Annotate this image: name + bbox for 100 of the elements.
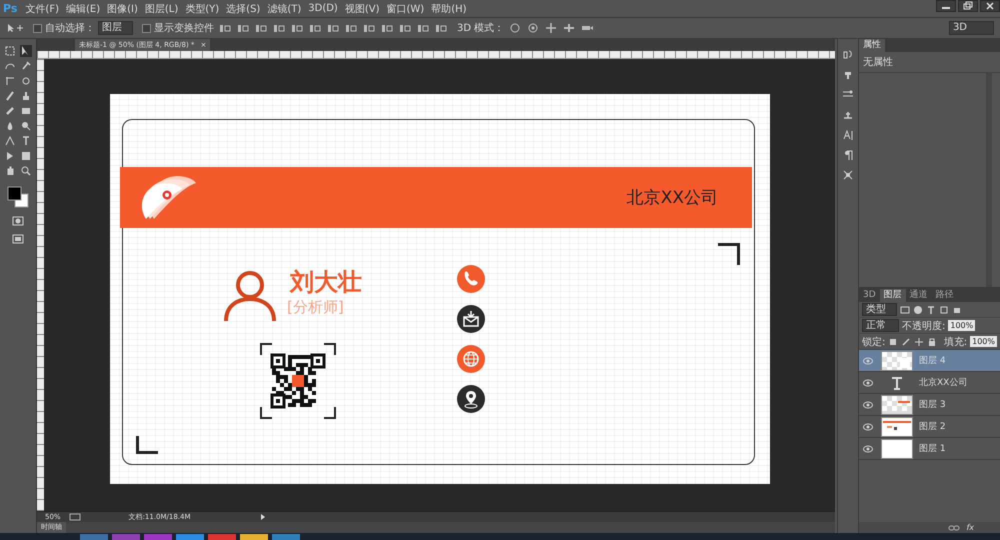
align-icon[interactable] xyxy=(326,22,340,34)
document-icon[interactable] xyxy=(68,513,81,521)
3d-mode-icon[interactable] xyxy=(562,22,576,34)
filter-dropdown[interactable]: 类型 xyxy=(862,303,897,316)
expand-arrow-icon[interactable] xyxy=(258,513,267,521)
tool-icon[interactable] xyxy=(4,135,16,147)
tool-icon[interactable] xyxy=(4,90,16,102)
workspace-dropdown[interactable]: 3D xyxy=(948,21,994,35)
layer-thumbnail xyxy=(881,394,913,414)
panel-icon[interactable] xyxy=(842,49,854,61)
menu-item[interactable]: 类型(Y) xyxy=(185,2,220,16)
checkbox[interactable] xyxy=(33,24,42,32)
eye-icon[interactable] xyxy=(863,378,873,386)
blend-mode-dropdown[interactable]: 正常 xyxy=(862,319,899,332)
tool-icon[interactable] xyxy=(20,165,32,177)
link-icon[interactable] xyxy=(948,524,960,532)
3d-mode-icon[interactable] xyxy=(544,22,558,34)
layer-thumbnail xyxy=(881,438,913,458)
panel-icon[interactable] xyxy=(842,109,854,121)
company-name: 北京XX公司 xyxy=(626,187,718,209)
lock-label: 锁定: xyxy=(862,336,886,348)
align-icon[interactable] xyxy=(380,22,394,34)
menu-item[interactable]: 帮助(H) xyxy=(431,2,467,16)
menu-item[interactable]: 滤镜(T) xyxy=(267,2,302,16)
menu-item[interactable]: 视图(V) xyxy=(344,2,380,16)
align-icon[interactable] xyxy=(434,22,448,34)
quick-mask-icon[interactable] xyxy=(12,215,24,227)
corner-bracket-icon xyxy=(136,436,158,454)
lock-icon[interactable] xyxy=(888,336,898,346)
tool-icon[interactable] xyxy=(20,120,32,132)
align-icon[interactable] xyxy=(272,22,286,34)
lock-icon[interactable] xyxy=(914,336,924,346)
align-icon[interactable] xyxy=(416,22,430,34)
menu-item[interactable]: 3D(D) xyxy=(308,3,338,14)
option-label: 自动选择： xyxy=(45,22,95,35)
menu-item[interactable]: 文件(F) xyxy=(25,2,59,16)
close-icon[interactable] xyxy=(980,0,1000,12)
screen-mode-icon[interactable] xyxy=(12,233,24,245)
align-icon[interactable] xyxy=(290,22,304,34)
panel-tab[interactable]: 路径 xyxy=(932,289,958,302)
layer-name: 北京XX公司 xyxy=(919,376,968,389)
panel-icon[interactable] xyxy=(842,149,854,161)
eye-icon[interactable] xyxy=(863,444,873,452)
3d-mode-icon[interactable] xyxy=(508,22,522,34)
minimize-icon[interactable] xyxy=(936,0,956,12)
align-icon[interactable] xyxy=(218,22,232,34)
panel-tab[interactable]: 属性 xyxy=(859,39,885,52)
layer-row[interactable]: 图层 4 xyxy=(859,350,1000,372)
tool-icon[interactable] xyxy=(4,75,16,87)
tool-icon[interactable] xyxy=(20,135,32,147)
eye-icon[interactable] xyxy=(863,422,873,430)
layer-row[interactable]: 图层 3 xyxy=(859,394,1000,416)
align-icon[interactable] xyxy=(308,22,322,34)
tool-icon[interactable] xyxy=(20,75,32,87)
lock-icon[interactable] xyxy=(927,336,938,346)
layer-row[interactable]: 图层 1 xyxy=(859,438,1000,460)
align-icon[interactable] xyxy=(362,22,376,34)
3d-mode-icon[interactable] xyxy=(526,22,540,34)
color-swatches-icon[interactable] xyxy=(6,185,30,209)
layer-row[interactable]: 图层 2 xyxy=(859,416,1000,438)
opacity-field[interactable]: 100% xyxy=(948,320,976,331)
qr-code-icon xyxy=(260,343,336,419)
tool-icon[interactable] xyxy=(20,150,32,162)
restore-icon[interactable] xyxy=(958,0,978,12)
menu-item[interactable]: 图像(I) xyxy=(107,2,138,16)
move-tool-icon[interactable] xyxy=(6,23,24,33)
eye-icon[interactable] xyxy=(863,400,873,408)
filter-icon[interactable] xyxy=(926,304,936,314)
corner-bracket-icon xyxy=(718,243,740,265)
menu-item[interactable]: 窗口(W) xyxy=(386,2,424,16)
fill-label: 填充: xyxy=(944,336,968,348)
checkbox[interactable] xyxy=(142,24,151,32)
menu-item[interactable]: 选择(S) xyxy=(226,2,260,16)
panel-tab[interactable]: 通道 xyxy=(906,289,932,302)
tool-icon[interactable] xyxy=(20,45,32,57)
panel-tab[interactable]: 3D xyxy=(859,289,880,302)
target-dropdown[interactable]: 图层 xyxy=(98,21,133,35)
menu-item[interactable]: 图层(L) xyxy=(144,2,178,16)
fill-field[interactable]: 100% xyxy=(970,336,997,347)
align-icon[interactable] xyxy=(236,22,250,34)
layer-name: 图层 3 xyxy=(919,399,946,411)
eye-icon[interactable] xyxy=(863,356,873,364)
align-icon[interactable] xyxy=(254,22,268,34)
layer-row[interactable]: 北京XX公司 xyxy=(859,372,1000,394)
tool-icon[interactable] xyxy=(4,105,16,117)
person-name: 刘大壮 xyxy=(290,267,362,298)
option-label: 3D 模式： xyxy=(457,22,504,35)
panel-tab[interactable]: 图层 xyxy=(880,289,906,302)
panel-icon[interactable] xyxy=(842,169,854,181)
tool-icon[interactable] xyxy=(20,90,32,102)
align-icon[interactable] xyxy=(398,22,412,34)
panel-icon[interactable] xyxy=(842,69,854,81)
tool-icon[interactable] xyxy=(20,60,32,72)
tool-icon[interactable] xyxy=(20,105,32,117)
menu-item[interactable]: 编辑(E) xyxy=(66,2,100,16)
lock-icon[interactable] xyxy=(901,336,912,346)
panel-icon[interactable] xyxy=(842,129,854,141)
tool-icon[interactable] xyxy=(4,45,16,57)
layer-style-button[interactable]: fx xyxy=(966,523,974,532)
align-icon[interactable] xyxy=(344,22,358,34)
